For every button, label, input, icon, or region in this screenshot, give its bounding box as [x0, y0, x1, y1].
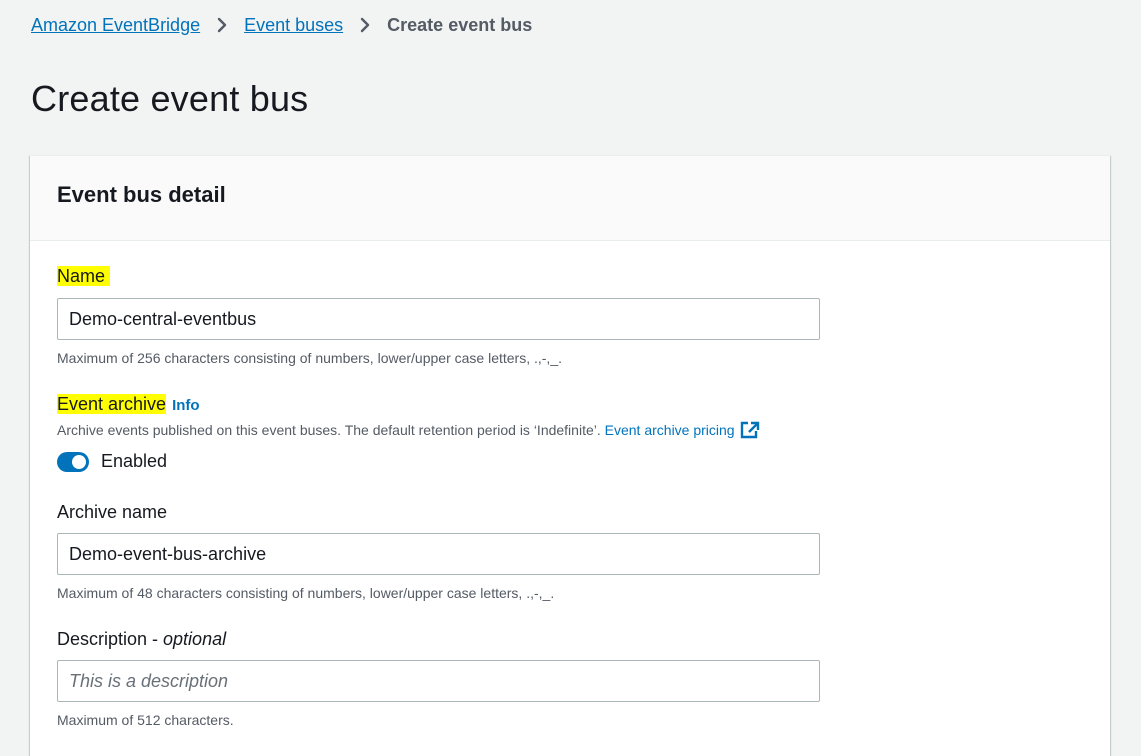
- archive-name-input[interactable]: [57, 533, 820, 575]
- archive-name-hint: Maximum of 48 characters consisting of n…: [57, 585, 555, 601]
- breadcrumb-link-eventbridge[interactable]: Amazon EventBridge: [31, 15, 200, 36]
- chevron-right-icon: [343, 13, 387, 37]
- breadcrumb-current: Create event bus: [387, 14, 533, 35]
- event-archive-label: Event archive Info: [57, 392, 200, 418]
- toggle-knob: [72, 454, 86, 469]
- event-archive-info-link[interactable]: Info: [172, 397, 200, 414]
- event-archive-toggle-row: Enabled: [57, 451, 167, 472]
- panel-header: Event bus detail: [30, 156, 1110, 241]
- description-label-text: Description -: [57, 629, 164, 649]
- description-hint: Maximum of 512 characters.: [57, 712, 234, 728]
- archive-name-label: Archive name: [57, 502, 168, 522]
- event-archive-label-text: Event archive: [57, 394, 167, 414]
- name-input[interactable]: [57, 298, 820, 340]
- event-archive-pricing-link[interactable]: Event archive pricing: [605, 422, 735, 438]
- description-input[interactable]: [57, 660, 820, 702]
- event-archive-toggle[interactable]: [57, 451, 89, 472]
- description-label: Description - optional: [57, 627, 226, 651]
- chevron-right-icon: [200, 13, 244, 37]
- description-label-optional: optional: [163, 629, 227, 649]
- name-label: Name: [57, 264, 111, 288]
- page-title: Create event bus: [31, 78, 309, 119]
- external-link-icon[interactable]: [740, 421, 760, 443]
- panel-title: Event bus detail: [57, 182, 226, 207]
- breadcrumb: Amazon EventBridge Event buses Create ev…: [31, 13, 532, 37]
- breadcrumb-link-event-buses[interactable]: Event buses: [244, 15, 343, 36]
- name-hint: Maximum of 256 characters consisting of …: [57, 350, 562, 366]
- event-archive-description: Archive events published on this event b…: [57, 421, 760, 443]
- event-bus-detail-panel: Event bus detail Name Maximum of 256 cha…: [30, 155, 1110, 756]
- event-archive-toggle-label: Enabled: [101, 451, 168, 471]
- event-archive-description-text: Archive events published on this event b…: [57, 422, 601, 438]
- name-label-text: Name: [57, 266, 106, 286]
